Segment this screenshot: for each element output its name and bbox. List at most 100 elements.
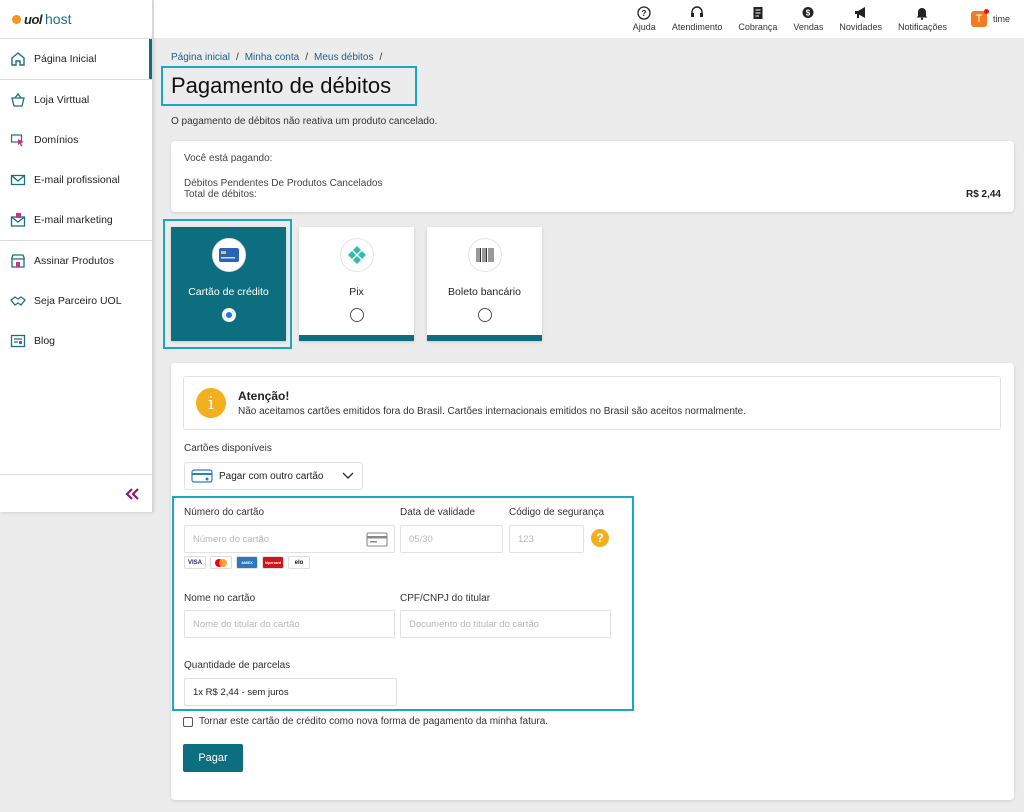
envelope-icon xyxy=(10,174,26,186)
bell-icon xyxy=(916,8,928,20)
mastercard-brand xyxy=(210,556,232,569)
breadcrumb-debts[interactable]: Meus débitos xyxy=(314,52,373,63)
installments-select[interactable]: 1x R$ 2,44 - sem juros xyxy=(184,678,397,706)
alert-text: Não aceitamos cartões emitidos fora do B… xyxy=(238,406,747,417)
breadcrumb-account[interactable]: Minha conta xyxy=(245,52,299,63)
home-icon xyxy=(11,52,25,66)
card-number-input[interactable]: Número do cartão xyxy=(184,525,395,553)
pay-button[interactable]: Pagar xyxy=(183,744,243,772)
payment-method-boleto[interactable]: Boleto bancário xyxy=(427,227,542,341)
user-menu[interactable]: T time xyxy=(970,9,1010,27)
topbar-support[interactable]: Atendimento xyxy=(671,6,723,32)
payment-method-radio[interactable] xyxy=(221,308,236,322)
credit-card-icon xyxy=(218,248,239,262)
document-input[interactable]: Documento do titular do cartão xyxy=(400,610,611,638)
mastercard-icon xyxy=(215,558,227,567)
topbar-help[interactable]: ? Ajuda xyxy=(633,6,656,32)
payment-method-pix[interactable]: Pix xyxy=(299,227,414,341)
summary-heading: Você está pagando: xyxy=(184,153,273,164)
sidebar-item-blog[interactable]: Blog xyxy=(0,321,152,361)
pix-icon xyxy=(347,246,366,264)
topbar-news[interactable]: Novidades xyxy=(839,6,882,32)
payment-method-radio[interactable] xyxy=(477,308,492,322)
pix-icon-wrapper xyxy=(339,238,374,272)
amex-brand: AMEX xyxy=(236,556,258,569)
sidebar-item-label: E-mail profissional xyxy=(34,174,120,186)
visa-brand: VISA xyxy=(184,556,206,569)
cvv-input[interactable]: 123 xyxy=(509,525,584,553)
document-label: CPF/CNPJ do titular xyxy=(400,593,491,604)
info-icon: i xyxy=(196,388,226,418)
sidebar-item-label: Blog xyxy=(34,335,56,347)
card-number-label: Número do cartão xyxy=(184,507,265,518)
save-card-row[interactable]: Tornar este cartão de crédito como nova … xyxy=(183,716,548,727)
cards-select[interactable]: Pagar com outro cartão xyxy=(184,462,363,490)
breadcrumb-home[interactable]: Página inicial xyxy=(171,52,230,63)
installments-value: 1x R$ 2,44 - sem juros xyxy=(193,686,289,698)
sidebar-item-home[interactable]: Página Inicial xyxy=(0,39,152,79)
expiry-input[interactable]: 05/30 xyxy=(400,525,503,553)
card-name-input[interactable]: Nome do titular do cartão xyxy=(184,610,395,638)
blog-icon xyxy=(10,334,26,348)
topbar-sales[interactable]: $ Vendas xyxy=(793,6,823,32)
alert-title: Atenção! xyxy=(238,389,290,403)
cvv-help-icon[interactable]: ? xyxy=(591,529,609,547)
storefront-icon xyxy=(10,254,26,268)
barcode-icon xyxy=(476,248,493,262)
installments-label: Quantidade de parcelas xyxy=(184,660,291,671)
sidebar-item-store[interactable]: Loja Virttual xyxy=(0,80,152,120)
logo-host: host xyxy=(45,11,72,27)
summary-total-value: R$ 2,44 xyxy=(965,189,1001,200)
expiry-label: Data de validade xyxy=(400,507,476,518)
topbar-notifications-label: Notificações xyxy=(897,22,947,32)
payment-method-label: Boleto bancário xyxy=(448,286,521,298)
summary-item: Débitos Pendentes De Produtos Cancelados xyxy=(184,178,383,189)
sidebar-item-email[interactable]: E-mail profissional xyxy=(0,160,152,200)
warning-alert: i Atenção! Não aceitamos cartões emitido… xyxy=(183,376,1001,430)
save-card-checkbox[interactable] xyxy=(183,716,193,727)
sidebar-item-subscribe[interactable]: Assinar Produtos xyxy=(0,241,152,281)
sidebar-item-email-marketing[interactable]: E-mail marketing xyxy=(0,200,152,240)
cvv-placeholder: 123 xyxy=(518,533,534,545)
payment-method-label: Pix xyxy=(349,286,364,298)
alert-content: Atenção! Não aceitamos cartões emitidos … xyxy=(238,389,746,417)
card-number-placeholder: Número do cartão xyxy=(193,533,270,545)
save-card-label: Tornar este cartão de crédito como nova … xyxy=(199,716,549,727)
megaphone-icon xyxy=(854,7,865,18)
card-outline-icon xyxy=(366,532,388,547)
sidebar-item-label: E-mail marketing xyxy=(34,214,113,226)
sidebar-collapse[interactable] xyxy=(0,474,152,512)
topbar-notifications[interactable]: Notificações xyxy=(898,6,947,32)
nav-group-main: Página Inicial xyxy=(0,38,152,79)
card-icon xyxy=(191,469,213,483)
topbar-support-label: Atendimento xyxy=(671,22,723,32)
double-chevron-left-icon xyxy=(125,487,139,500)
cvv-label: Código de segurança xyxy=(509,507,605,518)
sidebar-item-label: Seja Parceiro UOL xyxy=(34,295,122,307)
mail-marketing-icon xyxy=(10,213,26,227)
sidebar-item-label: Domínios xyxy=(34,134,79,146)
page-subtitle: O pagamento de débitos não reativa um pr… xyxy=(171,116,438,127)
payment-method-radio[interactable] xyxy=(349,308,364,322)
logo-uol: uol xyxy=(24,11,43,27)
credit-card-icon-wrapper xyxy=(211,238,246,272)
headset-icon xyxy=(691,6,704,17)
handshake-icon xyxy=(10,296,26,306)
sidebar-item-label: Assinar Produtos xyxy=(34,255,114,267)
payment-method-credit-card[interactable]: Cartão de crédito xyxy=(171,227,286,341)
credit-card-form: i Atenção! Não aceitamos cartões emitido… xyxy=(171,363,1014,800)
topbar: ? Ajuda Atendimento Cobrança $ Vendas No… xyxy=(154,0,1024,38)
card-name-label: Nome no cartão xyxy=(184,593,256,604)
topbar-billing[interactable]: Cobrança xyxy=(738,6,777,32)
topbar-help-label: Ajuda xyxy=(632,22,656,32)
sidebar: uol host Página Inicial Loja Virttual Do… xyxy=(0,0,153,512)
topbar-sales-label: Vendas xyxy=(793,22,824,32)
invoice-icon xyxy=(753,7,763,19)
card-name-placeholder: Nome do titular do cartão xyxy=(193,618,300,630)
sidebar-item-domains[interactable]: Domínios xyxy=(0,120,152,160)
svg-text:$: $ xyxy=(806,9,811,18)
logo[interactable]: uol host xyxy=(0,0,152,38)
card-brands: VISA AMEX hipercard elo xyxy=(184,556,310,569)
help-icon: ? xyxy=(637,6,651,20)
sidebar-item-partner[interactable]: Seja Parceiro UOL xyxy=(0,281,152,321)
